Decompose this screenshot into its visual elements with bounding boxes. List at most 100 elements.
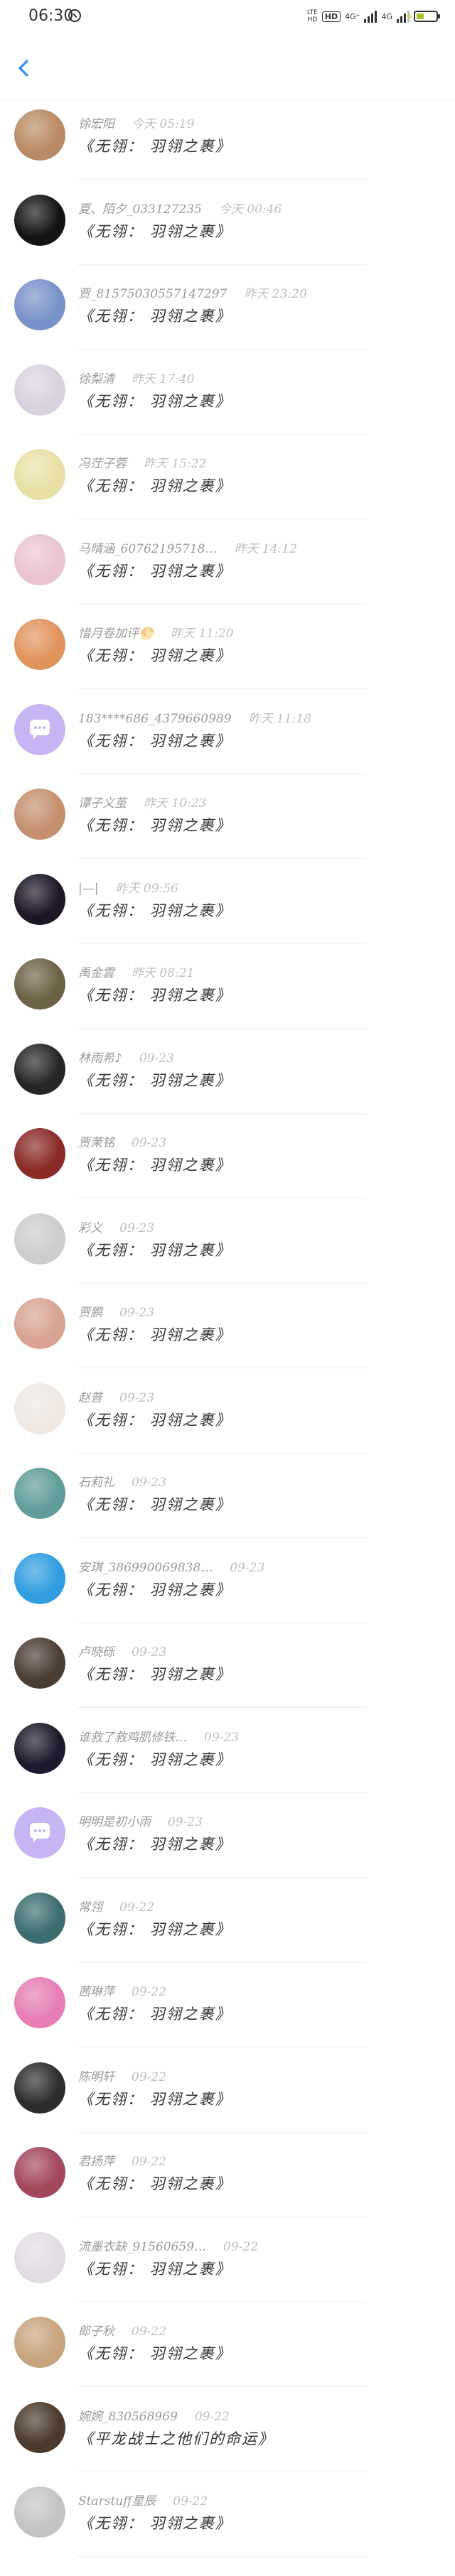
avatar[interactable]: [14, 1892, 65, 1944]
list-item[interactable]: 夏、陌夕_033127235 今天 00:46 《无翎： 羽翎之裹》: [0, 194, 455, 280]
avatar[interactable]: [14, 1977, 65, 2028]
list-item[interactable]: 常翎 09-22 《无翎： 羽翎之裹》: [0, 1892, 455, 1978]
avatar[interactable]: [14, 1213, 65, 1265]
comment-content[interactable]: 《无翎： 羽翎之裹》: [78, 1748, 232, 1770]
list-item[interactable]: 卢晓砾 09-23 《无翎： 羽翎之裹》: [0, 1638, 455, 1723]
comment-content[interactable]: 《无翎： 羽翎之裹》: [78, 1154, 232, 1175]
list-item[interactable]: Starstuff星辰 09-22 《无翎： 羽翎之裹》: [0, 2486, 455, 2572]
list-item[interactable]: 惜月卷加评🌕 昨天 11:20 《无翎： 羽翎之裹》: [0, 619, 455, 704]
comment-content[interactable]: 《无翎： 羽翎之裹》: [78, 475, 232, 496]
comment-content[interactable]: 《无翎： 羽翎之裹》: [78, 2172, 232, 2194]
user-name[interactable]: |—|: [78, 882, 98, 896]
avatar[interactable]: [14, 534, 65, 585]
comment-content[interactable]: 《无翎： 羽翎之裹》: [78, 220, 232, 242]
user-name[interactable]: 183****686_4379660989: [78, 712, 232, 726]
list-item[interactable]: 赵普 09-23 《无翎： 羽翎之裹》: [0, 1382, 455, 1468]
user-name[interactable]: Starstuff星辰: [78, 2494, 156, 2509]
list-item[interactable]: |—| 昨天 09:56 《无翎： 羽翎之裹》: [0, 873, 455, 959]
avatar[interactable]: [14, 2062, 65, 2114]
list-item[interactable]: 郎子秋 09-22 《无翎： 羽翎之裹》: [0, 2317, 455, 2402]
avatar[interactable]: [14, 1722, 65, 1774]
comment-content[interactable]: 《无翎： 羽翎之裹》: [78, 1069, 232, 1091]
comment-content[interactable]: 《无翎： 羽翎之裹》: [78, 135, 232, 156]
avatar[interactable]: [14, 703, 65, 755]
list-item[interactable]: 谭子义茧 昨天 10:23 《无翎： 羽翎之裹》: [0, 789, 455, 874]
list-item[interactable]: 流墨衣缺_91560659… 09-22 《无翎： 羽翎之裹》: [0, 2231, 455, 2317]
user-name[interactable]: 林雨希♪: [78, 1051, 122, 1066]
avatar[interactable]: [14, 1552, 65, 1604]
list-item[interactable]: 贾鹏 09-23 《无翎： 羽翎之裹》: [0, 1298, 455, 1383]
user-name[interactable]: 谁救了救鸡肌修铁…: [78, 1731, 187, 1745]
user-name[interactable]: 贾_81575030557147297: [78, 287, 227, 301]
comment-content[interactable]: 《无翎： 羽翎之裹》: [78, 814, 232, 835]
avatar[interactable]: [14, 1638, 65, 1689]
avatar[interactable]: [14, 2231, 65, 2283]
avatar[interactable]: [14, 1382, 65, 1434]
user-name[interactable]: 谭子义茧: [78, 796, 127, 811]
avatar[interactable]: [14, 1468, 65, 1519]
user-name[interactable]: 安琪_386990069838…: [78, 1561, 213, 1575]
list-item[interactable]: 安琪_386990069838… 09-23 《无翎： 羽翎之裹》: [0, 1552, 455, 1638]
list-item[interactable]: 冯茳子蓉 昨天 15:22 《无翎： 羽翎之裹》: [0, 449, 455, 534]
user-name[interactable]: 徐宏阳: [78, 117, 114, 131]
comment-content[interactable]: 《无翎： 羽翎之裹》: [78, 305, 232, 326]
list-item[interactable]: 183****686_4379660989 昨天 11:18 《无翎： 羽翎之裹》: [0, 703, 455, 789]
user-name[interactable]: 流墨衣缺_91560659…: [78, 2240, 206, 2254]
list-item[interactable]: 马晴涵_60762195718… 昨天 14:12 《无翎： 羽翎之裹》: [0, 534, 455, 619]
comment-content[interactable]: 《无翎： 羽翎之裹》: [78, 2003, 232, 2024]
list-item[interactable]: 谁救了救鸡肌修铁… 09-23 《无翎： 羽翎之裹》: [0, 1722, 455, 1808]
user-name[interactable]: 禹金雲: [78, 966, 114, 980]
user-name[interactable]: 冯茳子蓉: [78, 457, 127, 471]
list-item[interactable]: 茜琳萍 09-22 《无翎： 羽翎之裹》: [0, 1977, 455, 2062]
avatar[interactable]: [14, 2401, 65, 2453]
avatar[interactable]: [14, 2317, 65, 2368]
user-name[interactable]: 茜琳萍: [78, 1985, 114, 1999]
comment-content[interactable]: 《无翎： 羽翎之裹》: [78, 2342, 232, 2364]
user-name[interactable]: 明明是初小雨: [78, 1815, 151, 1829]
user-name[interactable]: 彩义: [78, 1221, 102, 1235]
avatar[interactable]: [14, 364, 65, 416]
avatar[interactable]: [14, 1043, 65, 1095]
list-item[interactable]: 石莉礼 09-23 《无翎： 羽翎之裹》: [0, 1468, 455, 1553]
avatar[interactable]: [14, 109, 65, 161]
user-name[interactable]: 常翎: [78, 1900, 102, 1915]
comment-content[interactable]: 《无翎： 羽翎之裹》: [78, 644, 232, 666]
user-name[interactable]: 卢晓砾: [78, 1645, 114, 1660]
avatar[interactable]: [14, 1807, 65, 1858]
user-name[interactable]: 徐梨清: [78, 372, 114, 386]
list-item[interactable]: 徐梨清 昨天 17:40 《无翎： 羽翎之裹》: [0, 364, 455, 450]
comment-content[interactable]: 《无翎： 羽翎之裹》: [78, 1918, 232, 1939]
user-name[interactable]: 赵普: [78, 1391, 102, 1405]
user-name[interactable]: 君扬萍: [78, 2155, 114, 2169]
avatar[interactable]: [14, 1298, 65, 1349]
comment-content[interactable]: 《无翎： 羽翎之裹》: [78, 984, 232, 1005]
list-item[interactable]: 林雨希♪ 09-23 《无翎： 羽翎之裹》: [0, 1043, 455, 1129]
avatar[interactable]: [14, 2486, 65, 2538]
avatar[interactable]: [14, 1128, 65, 1179]
comment-content[interactable]: 《无翎： 羽翎之裹》: [78, 1409, 232, 1430]
user-name[interactable]: 马晴涵_60762195718…: [78, 542, 217, 556]
user-name[interactable]: 婉婉_830568969: [78, 2410, 178, 2424]
user-name[interactable]: 夏、陌夕_033127235: [78, 202, 202, 217]
comment-content[interactable]: 《无翎： 羽翎之裹》: [78, 560, 232, 581]
comment-content[interactable]: 《无翎： 羽翎之裹》: [78, 1324, 232, 1345]
comment-content[interactable]: 《无翎： 羽翎之裹》: [78, 1579, 232, 1600]
comment-content[interactable]: 《无翎： 羽翎之裹》: [78, 730, 232, 751]
list-item[interactable]: 彩义 09-23 《无翎： 羽翎之裹》: [0, 1213, 455, 1299]
avatar[interactable]: [14, 789, 65, 840]
comment-content[interactable]: 《无翎： 羽翎之裹》: [78, 390, 232, 411]
comment-content[interactable]: 《无翎： 羽翎之裹》: [78, 2512, 232, 2533]
avatar[interactable]: [14, 958, 65, 1010]
comment-content[interactable]: 《无翎： 羽翎之裹》: [78, 2258, 232, 2279]
list-item[interactable]: 徐宏阳 今天 05:19 《无翎： 羽翎之裹》: [0, 109, 455, 195]
avatar[interactable]: [14, 279, 65, 330]
list-item[interactable]: 明明是初小雨 09-23 《无翎： 羽翎之裹》: [0, 1807, 455, 1893]
avatar[interactable]: [14, 619, 65, 670]
user-name[interactable]: 郎子秋: [78, 2325, 114, 2339]
list-item[interactable]: 君扬萍 09-22 《无翎： 羽翎之裹》: [0, 2147, 455, 2232]
list-item[interactable]: 贾_81575030557147297 昨天 23:20 《无翎： 羽翎之裹》: [0, 279, 455, 364]
list-item[interactable]: 禹金雲 昨天 08:21 《无翎： 羽翎之裹》: [0, 958, 455, 1044]
comment-content[interactable]: 《无翎： 羽翎之裹》: [78, 1239, 232, 1260]
comment-content[interactable]: 《平龙战士之他们的命运》: [78, 2428, 274, 2449]
avatar[interactable]: [14, 449, 65, 500]
